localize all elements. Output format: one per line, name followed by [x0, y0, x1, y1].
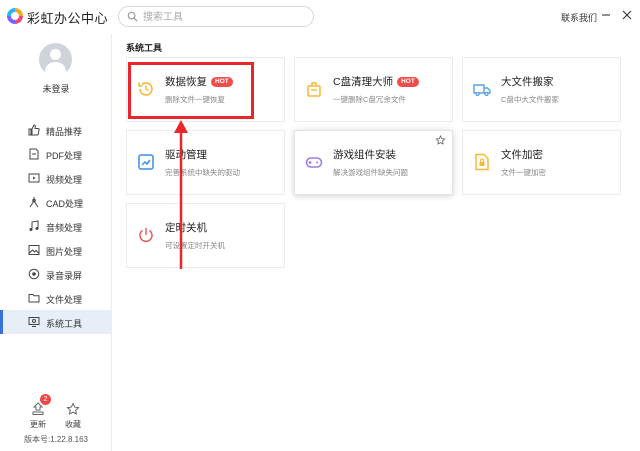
tool-description: C盘中大文件搬家: [501, 95, 559, 104]
favorite-star-icon[interactable]: [435, 135, 446, 146]
sidebar-item-video[interactable]: 视频处理: [0, 166, 112, 190]
file-lock-icon: [475, 153, 489, 171]
tool-title: 文件加密: [501, 149, 543, 161]
sidebar: 未登录 精品推荐 PDF处理 视频处理 CAD处理 音频处理 图片处理 录音录屏…: [0, 34, 112, 451]
tool-card-driver-manager[interactable]: 驱动管理 完善系统中缺失的驱动: [126, 130, 285, 195]
disk-cleaner-icon: [307, 82, 321, 97]
tool-title: C盘清理大师 HOT: [333, 74, 419, 89]
sidebar-item-cad[interactable]: CAD处理: [0, 190, 112, 214]
truck-icon: [473, 84, 491, 97]
app-title: 彩虹办公中心: [27, 11, 109, 26]
record-icon: [28, 268, 40, 280]
title-bar: 彩虹办公中心 联系我们: [0, 0, 640, 34]
sidebar-item-label: CAD处理: [46, 199, 84, 209]
tool-description: 一键删除C盘冗余文件: [333, 95, 406, 104]
tool-title: 大文件搬家: [501, 76, 554, 88]
contact-us-link[interactable]: 联系我们: [561, 11, 597, 24]
power-icon: [139, 228, 153, 243]
tool-description: 文件一键加密: [501, 168, 546, 177]
sidebar-item-record[interactable]: 录音录屏: [0, 262, 112, 286]
sidebar-item-file[interactable]: 文件处理: [0, 286, 112, 310]
login-status[interactable]: 未登录: [0, 82, 112, 95]
star-icon: [66, 402, 80, 415]
pdf-icon: [29, 148, 39, 160]
tool-description: 解决游戏组件缺失问题: [333, 168, 408, 177]
app-logo: [7, 8, 23, 24]
sidebar-item-label: PDF处理: [46, 151, 83, 161]
search-icon: [127, 11, 138, 22]
folder-icon: [28, 294, 40, 303]
music-icon: [29, 220, 39, 231]
avatar[interactable]: [39, 43, 72, 76]
annotation-arrow-icon: [174, 120, 188, 269]
minimize-icon[interactable]: [600, 9, 612, 21]
favorite-button[interactable]: 收藏: [61, 399, 85, 437]
tool-card-large-file-move[interactable]: 大文件搬家 C盘中大文件搬家: [462, 57, 621, 122]
gamepad-icon: [305, 157, 323, 168]
sidebar-item-label: 视频处理: [46, 175, 83, 185]
system-icon: [28, 317, 40, 327]
sidebar-item-label: 录音录屏: [46, 271, 83, 281]
tool-card-file-encrypt[interactable]: 文件加密 文件一键加密: [462, 130, 621, 195]
driver-icon: [138, 154, 154, 170]
video-icon: [28, 173, 40, 183]
search-input[interactable]: [143, 9, 303, 25]
highlight-box: [128, 62, 254, 119]
cad-icon: [29, 197, 39, 208]
hot-badge: HOT: [397, 77, 419, 87]
image-icon: [28, 245, 40, 255]
favorite-label: 收藏: [65, 420, 81, 429]
sidebar-item-recommended[interactable]: 精品推荐: [0, 118, 112, 142]
tool-title: 游戏组件安装: [333, 149, 396, 161]
sidebar-item-image[interactable]: 图片处理: [0, 238, 112, 262]
update-label: 更新: [30, 420, 46, 429]
sidebar-item-label: 系统工具: [46, 319, 83, 329]
sidebar-item-pdf[interactable]: PDF处理: [0, 142, 112, 166]
sidebar-bottom-actions: 2 更新 收藏: [0, 394, 112, 439]
close-icon[interactable]: [621, 9, 633, 21]
version-label: 版本号:1.22.8.163: [23, 435, 89, 444]
tool-card-disk-cleaner[interactable]: C盘清理大师 HOT 一键删除C盘冗余文件: [294, 57, 453, 122]
update-button[interactable]: 2 更新: [26, 394, 51, 437]
sidebar-item-system[interactable]: 系统工具: [0, 310, 112, 334]
sidebar-item-label: 精品推荐: [46, 127, 83, 137]
search-box[interactable]: [118, 6, 314, 27]
sidebar-item-label: 音频处理: [46, 223, 83, 233]
sidebar-nav: 精品推荐 PDF处理 视频处理 CAD处理 音频处理 图片处理 录音录屏 文件处…: [0, 118, 112, 334]
like-icon: [28, 124, 40, 136]
update-count-badge: 2: [40, 394, 51, 405]
sidebar-item-label: 文件处理: [46, 295, 83, 305]
tool-card-scheduled-shutdown[interactable]: 定时关机 可设置定时开关机: [126, 203, 285, 268]
section-title: 系统工具: [126, 43, 163, 53]
tool-card-game-components[interactable]: 游戏组件安装 解决游戏组件缺失问题: [294, 130, 453, 195]
sidebar-item-label: 图片处理: [46, 247, 83, 257]
sidebar-item-audio[interactable]: 音频处理: [0, 214, 112, 238]
